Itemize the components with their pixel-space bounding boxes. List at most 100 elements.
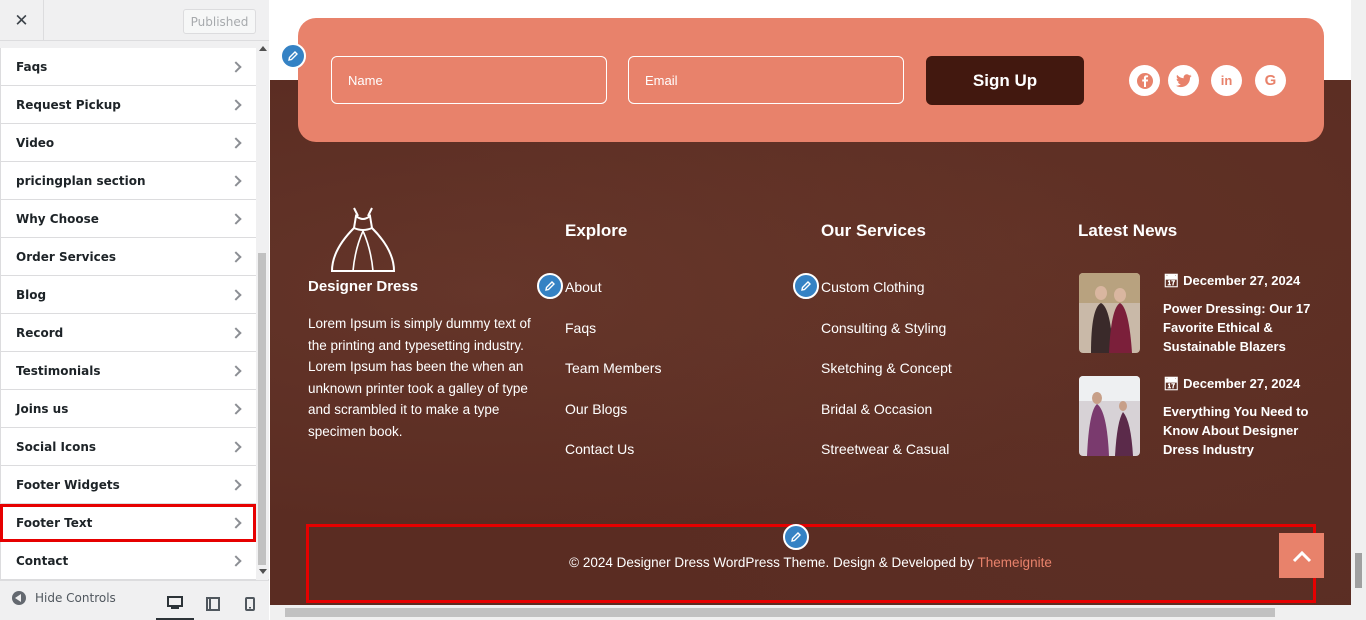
- edit-services-pencil[interactable]: [793, 273, 819, 299]
- footer-brand-name: Designer Dress: [308, 278, 419, 295]
- section-item-social-icons[interactable]: Social Icons: [0, 428, 256, 466]
- section-item-label: Social Icons: [16, 439, 97, 454]
- section-item-label: Footer Widgets: [16, 477, 120, 492]
- pencil-icon: [801, 281, 811, 291]
- chevron-right-icon: [230, 478, 242, 491]
- email-field[interactable]: Email: [628, 56, 904, 104]
- footer-link-sketching[interactable]: Sketching & Concept: [821, 360, 952, 376]
- facebook-icon: [1136, 72, 1153, 89]
- news-title[interactable]: Everything You Need to Know About Design…: [1163, 402, 1318, 459]
- section-item-blog[interactable]: Blog: [0, 276, 256, 314]
- footer-link-team-members[interactable]: Team Members: [565, 360, 661, 376]
- mobile-icon: [245, 597, 255, 611]
- hide-controls-label: Hide Controls: [35, 591, 116, 605]
- edit-footer-text-pencil[interactable]: [783, 524, 809, 550]
- customizer-sidebar: ✕ Published Faqs Request Pickup Video prici…: [0, 0, 269, 620]
- section-item-why-choose[interactable]: Why Choose: [0, 200, 256, 238]
- facebook-link[interactable]: [1129, 65, 1160, 96]
- news-date: 📅︎ December 27, 2024: [1163, 273, 1301, 288]
- section-item-label: Request Pickup: [16, 97, 121, 112]
- dress-logo-icon: [330, 207, 396, 272]
- collapse-icon: [12, 591, 26, 605]
- section-item-request-pickup[interactable]: Request Pickup: [0, 86, 256, 124]
- sign-up-button[interactable]: Sign Up: [926, 56, 1084, 105]
- footer-link-custom-clothing[interactable]: Custom Clothing: [821, 279, 925, 295]
- site-preview: Name Email Sign Up in G Designer Dress L…: [270, 0, 1351, 605]
- newsletter-box: Name Email Sign Up in G: [298, 18, 1324, 142]
- footer-link-streetwear[interactable]: Streetwear & Casual: [821, 441, 949, 457]
- google-icon: G: [1264, 72, 1277, 89]
- name-field[interactable]: Name: [331, 56, 607, 104]
- chevron-right-icon: [230, 250, 242, 263]
- desktop-icon: [167, 595, 183, 609]
- news-thumbnail[interactable]: [1079, 273, 1140, 353]
- pencil-icon: [545, 281, 555, 291]
- footer-link-consulting[interactable]: Consulting & Styling: [821, 320, 946, 336]
- section-item-testimonials[interactable]: Testimonials: [0, 352, 256, 390]
- section-item-label: Testimonials: [16, 363, 101, 378]
- chevron-right-icon: [230, 440, 242, 453]
- news-thumbnail[interactable]: [1079, 376, 1140, 456]
- copyright-text: © 2024 Designer Dress WordPress Theme. D…: [569, 555, 1052, 570]
- vertical-scroll-thumb[interactable]: [1355, 553, 1362, 588]
- sidebar-footer: Hide Controls: [0, 580, 269, 620]
- edit-explore-pencil[interactable]: [537, 273, 563, 299]
- chevron-right-icon: [230, 326, 242, 339]
- footer-link-faqs[interactable]: Faqs: [565, 320, 596, 336]
- chevron-right-icon: [230, 516, 242, 529]
- themeignite-link[interactable]: Themeignite: [978, 555, 1052, 570]
- scroll-up-arrow[interactable]: [259, 46, 267, 51]
- preview-desktop-button[interactable]: [156, 587, 194, 620]
- section-item-label: Order Services: [16, 249, 116, 264]
- hide-controls-button[interactable]: Hide Controls: [12, 591, 116, 605]
- chevron-right-icon: [230, 212, 242, 225]
- preview-tablet-button[interactable]: [194, 587, 232, 620]
- chevron-right-icon: [230, 402, 242, 415]
- section-item-faqs[interactable]: Faqs: [0, 48, 256, 86]
- google-link[interactable]: G: [1255, 65, 1286, 96]
- edit-newsletter-pencil[interactable]: [280, 43, 306, 69]
- twitter-link[interactable]: [1168, 65, 1199, 96]
- section-item-label: Faqs: [16, 59, 48, 74]
- sidebar-scrollbar[interactable]: [256, 41, 269, 579]
- news-title[interactable]: Power Dressing: Our 17 Favorite Ethical …: [1163, 299, 1318, 356]
- section-item-footer-text[interactable]: Footer Text: [0, 504, 256, 542]
- tablet-icon: [206, 597, 220, 611]
- linkedin-link[interactable]: in: [1211, 65, 1242, 96]
- footer-link-contact-us[interactable]: Contact Us: [565, 441, 634, 457]
- sidebar-header: ✕ Published: [0, 0, 269, 41]
- footer-link-bridal[interactable]: Bridal & Occasion: [821, 401, 932, 417]
- back-to-top-button[interactable]: [1279, 533, 1324, 578]
- chevron-right-icon: [230, 174, 242, 187]
- preview-horizontal-scrollbar[interactable]: [270, 605, 1366, 620]
- section-item-contact[interactable]: Contact: [0, 542, 256, 580]
- close-customizer-button[interactable]: ✕: [0, 0, 44, 41]
- section-item-footer-widgets[interactable]: Footer Widgets: [0, 466, 256, 504]
- footer-brand-description: Lorem Ipsum is simply dummy text of the …: [308, 316, 531, 439]
- pencil-icon: [791, 532, 801, 542]
- chevron-up-icon: [1292, 550, 1311, 562]
- chevron-right-icon: [230, 554, 242, 567]
- footer-link-about[interactable]: About: [565, 279, 602, 295]
- news-date: 📅︎ December 27, 2024: [1163, 376, 1301, 391]
- chevron-right-icon: [230, 288, 242, 301]
- explore-title: Explore: [565, 221, 628, 240]
- footer-link-our-blogs[interactable]: Our Blogs: [565, 401, 627, 417]
- section-item-pricingplan-section[interactable]: pricingplan section: [0, 162, 256, 200]
- scroll-thumb[interactable]: [258, 253, 266, 565]
- section-item-record[interactable]: Record: [0, 314, 256, 352]
- section-item-label: Footer Text: [16, 515, 93, 530]
- preview-mobile-button[interactable]: [231, 587, 269, 620]
- preview-vertical-scrollbar[interactable]: [1351, 0, 1366, 605]
- section-item-label: Joins us: [16, 401, 69, 416]
- section-item-video[interactable]: Video: [0, 124, 256, 162]
- chevron-right-icon: [230, 136, 242, 149]
- horizontal-scroll-thumb[interactable]: [285, 608, 1275, 617]
- section-item-label: Blog: [16, 287, 47, 302]
- services-title: Our Services: [821, 221, 926, 240]
- section-item-label: Record: [16, 325, 64, 340]
- section-item-order-services[interactable]: Order Services: [0, 238, 256, 276]
- publish-button[interactable]: Published: [183, 9, 256, 34]
- scroll-down-arrow[interactable]: [259, 569, 267, 574]
- section-item-joins-us[interactable]: Joins us: [0, 390, 256, 428]
